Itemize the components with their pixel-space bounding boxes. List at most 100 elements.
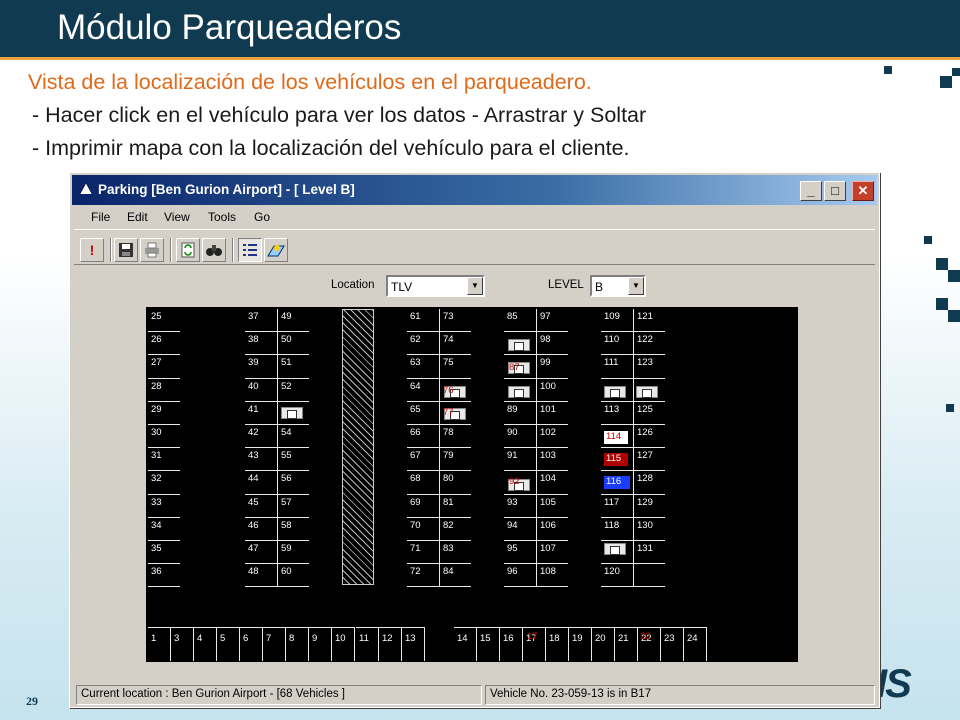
bottom-parking-slot[interactable]: 6 (240, 627, 263, 661)
parking-slot[interactable]: 109 (601, 309, 633, 333)
parking-slot[interactable]: 58 (277, 517, 309, 541)
parking-slot[interactable]: 94 (504, 518, 536, 541)
menu-file[interactable]: File (91, 210, 110, 224)
vehicle-icon[interactable] (508, 386, 530, 398)
minimize-button[interactable]: _ (800, 181, 822, 201)
parking-slot[interactable]: 102 (536, 425, 568, 449)
highlighted-slot-label[interactable]: 114 (604, 431, 628, 444)
parking-slot[interactable]: 72 (407, 564, 439, 588)
parking-slot[interactable]: 121 (633, 309, 665, 333)
parking-slot[interactable]: 26 (148, 332, 180, 356)
highlighted-slot-label[interactable]: 17 (525, 631, 541, 644)
bottom-parking-slot[interactable]: 13 (402, 627, 425, 661)
parking-slot[interactable]: 108 (536, 564, 568, 588)
parking-slot[interactable]: 106 (536, 517, 568, 541)
parking-slot[interactable]: 49 (277, 309, 309, 333)
parking-slot[interactable]: 37 (245, 309, 277, 333)
highlighted-slot-label[interactable]: 92 (507, 476, 535, 489)
list-icon[interactable] (238, 238, 262, 262)
parking-slot[interactable]: 100 (536, 378, 568, 402)
parking-slot[interactable]: 41 (245, 402, 277, 425)
vehicle-icon[interactable] (604, 386, 626, 398)
parking-slot[interactable]: 120 (601, 564, 633, 588)
parking-slot[interactable]: 55 (277, 448, 309, 472)
parking-slot[interactable]: 64 (407, 379, 439, 402)
parking-slot[interactable]: 107 (536, 541, 568, 565)
highlighted-slot-label[interactable]: 76 (441, 385, 455, 398)
parking-slot[interactable]: 29 (148, 402, 180, 425)
parking-slot[interactable]: 95 (504, 541, 536, 565)
parking-slot[interactable]: 63 (407, 355, 439, 379)
bottom-parking-slot[interactable]: 20 (592, 627, 615, 661)
parking-slot[interactable]: 81 (439, 494, 471, 518)
parking-slot[interactable] (633, 564, 665, 588)
parking-slot[interactable]: 52 (277, 378, 309, 402)
bottom-parking-slot[interactable]: 23 (661, 627, 684, 661)
parking-slot[interactable]: 126 (633, 425, 665, 449)
bottom-parking-slot[interactable]: 11 (356, 627, 379, 661)
vehicle-icon[interactable] (508, 339, 530, 351)
parking-slot[interactable]: 117 (601, 495, 633, 518)
bottom-parking-slot[interactable]: 7 (263, 627, 286, 661)
parking-slot[interactable]: 73 (439, 309, 471, 333)
parking-slot[interactable]: 104 (536, 471, 568, 495)
highlighted-slot-label[interactable]: 22 (638, 631, 654, 644)
parking-slot[interactable]: 62 (407, 332, 439, 356)
parking-slot[interactable]: 33 (148, 495, 180, 518)
print-icon[interactable] (140, 238, 164, 262)
parking-slot[interactable]: 40 (245, 379, 277, 402)
parking-slot[interactable]: 32 (148, 471, 180, 495)
parking-slot[interactable]: 27 (148, 355, 180, 379)
parking-slot[interactable]: 84 (439, 564, 471, 588)
parking-slot[interactable]: 97 (536, 309, 568, 333)
parking-slot[interactable]: 89 (504, 402, 536, 425)
parking-slot[interactable]: 71 (407, 541, 439, 565)
bottom-parking-slot[interactable]: 10 (332, 627, 355, 661)
parking-slot[interactable]: 50 (277, 332, 309, 356)
bottom-parking-slot[interactable]: 21 (615, 627, 638, 661)
chevron-down-icon[interactable]: ▼ (467, 277, 483, 295)
vehicle-icon[interactable] (636, 386, 658, 398)
menu-view[interactable]: View (164, 210, 190, 224)
parking-slot[interactable]: 61 (407, 309, 439, 333)
map-icon[interactable] (264, 238, 288, 262)
refresh-icon[interactable] (176, 238, 200, 262)
parking-slot[interactable]: 93 (504, 495, 536, 518)
parking-slot[interactable]: 130 (633, 517, 665, 541)
parking-slot[interactable]: 43 (245, 448, 277, 472)
menu-tools[interactable]: Tools (208, 210, 236, 224)
parking-slot[interactable]: 128 (633, 471, 665, 495)
parking-slot[interactable]: 122 (633, 332, 665, 356)
parking-slot[interactable]: 118 (601, 518, 633, 541)
menu-edit[interactable]: Edit (127, 210, 148, 224)
parking-slot[interactable]: 80 (439, 471, 471, 495)
bottom-parking-slot[interactable]: 14 (454, 627, 477, 661)
bottom-parking-slot[interactable]: 15 (477, 627, 500, 661)
parking-slot[interactable]: 38 (245, 332, 277, 356)
close-button[interactable]: ✕ (852, 181, 874, 201)
parking-slot[interactable]: 123 (633, 355, 665, 379)
parking-slot[interactable]: 91 (504, 448, 536, 472)
window-title-bar[interactable]: Parking [Ben Gurion Airport] - [ Level B… (72, 175, 877, 205)
save-icon[interactable] (114, 238, 138, 262)
parking-slot[interactable]: 66 (407, 425, 439, 449)
bottom-parking-slot[interactable]: 8 (286, 627, 309, 661)
parking-slot[interactable]: 78 (439, 425, 471, 449)
parking-slot[interactable]: 101 (536, 401, 568, 425)
parking-slot[interactable]: 31 (148, 448, 180, 472)
bottom-parking-slot[interactable]: 5 (217, 627, 240, 661)
parking-slot[interactable]: 111 (601, 355, 633, 379)
highlighted-slot-label[interactable]: 87 (507, 362, 521, 375)
parking-slot[interactable]: 30 (148, 425, 180, 449)
parking-slot[interactable]: 42 (245, 425, 277, 449)
chevron-down-icon[interactable]: ▼ (628, 277, 644, 295)
parking-map[interactable]: 25 26 27 28 29 30 31 32 33 34 35 36 37 38 39 40 41 42 43 44… (146, 307, 798, 662)
parking-slot[interactable]: 47 (245, 541, 277, 565)
bottom-parking-slot[interactable]: 24 (684, 627, 707, 661)
vehicle-icon[interactable] (281, 407, 303, 419)
parking-slot[interactable]: 51 (277, 355, 309, 379)
parking-slot[interactable]: 82 (439, 517, 471, 541)
parking-slot[interactable]: 68 (407, 471, 439, 495)
parking-slot[interactable]: 127 (633, 448, 665, 472)
vehicle-icon[interactable] (604, 543, 626, 555)
